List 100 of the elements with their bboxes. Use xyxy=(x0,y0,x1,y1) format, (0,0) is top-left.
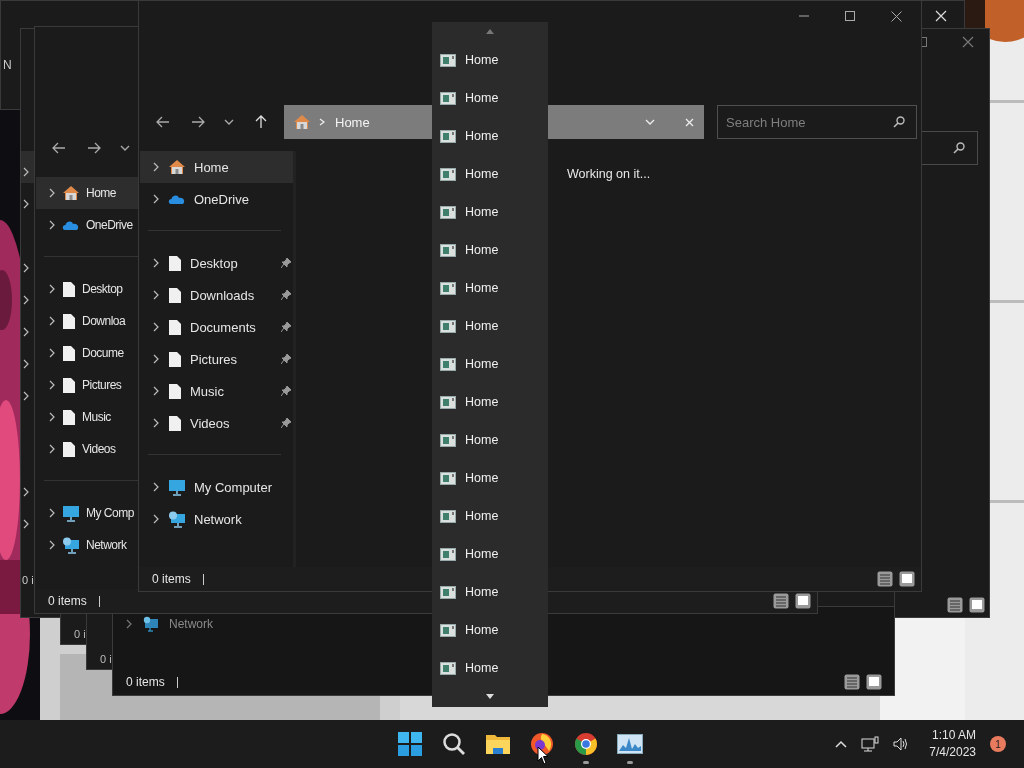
history-item[interactable]: Home xyxy=(432,383,548,421)
breadcrumb[interactable]: Home xyxy=(335,114,370,130)
browser-icon[interactable] xyxy=(574,732,598,756)
sidebar-item[interactable]: My Comp xyxy=(36,497,139,529)
sidebar-item[interactable]: Network xyxy=(36,529,139,561)
chevron-icon[interactable] xyxy=(22,199,30,209)
pin-icon[interactable] xyxy=(281,354,291,364)
chevron-icon xyxy=(152,162,160,172)
folder-icon[interactable] xyxy=(485,733,511,755)
chevron-icon[interactable] xyxy=(22,359,30,369)
file-icon xyxy=(168,318,182,336)
sidebar-item[interactable]: Desktop xyxy=(36,273,139,305)
file-icon xyxy=(62,312,76,330)
sidebar-item[interactable]: Docume xyxy=(36,337,139,369)
history-item[interactable]: Home xyxy=(432,155,548,193)
network-icon[interactable] xyxy=(861,736,880,752)
details-view-icon[interactable] xyxy=(773,593,789,609)
history-item[interactable]: Home xyxy=(432,421,548,459)
history-item[interactable]: Home xyxy=(432,79,548,117)
sidebar-item[interactable]: Music xyxy=(140,375,293,407)
sidebar-item[interactable]: Desktop xyxy=(140,247,293,279)
loading-message: Working on it... xyxy=(567,167,651,181)
chevron-icon xyxy=(48,444,56,454)
chevron-down-icon[interactable] xyxy=(645,119,655,125)
history-item[interactable]: Home xyxy=(432,497,548,535)
pin-icon[interactable] xyxy=(281,290,291,300)
history-item[interactable]: Home xyxy=(432,117,548,155)
scroll-down-icon[interactable] xyxy=(486,694,494,699)
home-icon xyxy=(62,185,80,201)
volume-icon[interactable] xyxy=(893,737,910,751)
chevron-icon[interactable] xyxy=(22,327,30,337)
window-icon xyxy=(440,167,456,181)
up-arrow-icon xyxy=(254,115,267,129)
chevron-down-icon xyxy=(120,145,130,151)
notification-badge[interactable]: 1 xyxy=(990,736,1006,752)
sidebar-item[interactable]: Pictures xyxy=(140,343,293,375)
history-item[interactable]: Home xyxy=(432,231,548,269)
history-item[interactable]: Home xyxy=(432,573,548,611)
sidebar-item[interactable]: Music xyxy=(36,401,139,433)
details-view-icon[interactable] xyxy=(877,571,893,587)
history-item[interactable]: Home xyxy=(432,459,548,497)
chevron-icon[interactable] xyxy=(22,487,30,497)
clock[interactable]: 1:10 AM 7/4/2023 xyxy=(929,727,976,761)
pin-icon[interactable] xyxy=(281,258,291,268)
sidebar-item[interactable]: Pictures xyxy=(36,369,139,401)
history-item[interactable]: Home xyxy=(432,193,548,231)
details-view-icon[interactable] xyxy=(844,674,860,690)
history-item[interactable]: Home xyxy=(432,345,548,383)
scroll-up-icon[interactable] xyxy=(486,29,494,34)
history-item[interactable]: Home xyxy=(432,307,548,345)
search-icon[interactable] xyxy=(442,732,466,756)
chevron-icon xyxy=(152,322,160,332)
chevron-icon xyxy=(152,194,160,204)
pin-icon[interactable] xyxy=(281,322,291,332)
sidebar-item[interactable]: Downloads xyxy=(140,279,293,311)
pin-icon[interactable] xyxy=(281,386,291,396)
cloud-icon xyxy=(168,193,186,205)
tiles-view-icon[interactable] xyxy=(866,674,882,690)
sidebar-item[interactable]: Documents xyxy=(140,311,293,343)
tiles-view-icon[interactable] xyxy=(899,571,915,587)
chevron-up-icon[interactable] xyxy=(835,740,848,748)
sidebar-item[interactable]: Home xyxy=(36,177,139,209)
pin-icon[interactable] xyxy=(281,418,291,428)
history-item[interactable]: Home xyxy=(432,611,548,649)
maximize-icon[interactable] xyxy=(922,37,927,47)
status-text: 0 i xyxy=(22,574,34,586)
chevron-icon xyxy=(152,258,160,268)
forward-arrow-icon xyxy=(86,142,101,154)
sidebar-item[interactable]: Videos xyxy=(36,433,139,465)
search-field[interactable]: Search Home xyxy=(717,105,917,139)
chevron-icon[interactable] xyxy=(22,167,30,177)
sidebar-item[interactable]: Network xyxy=(140,503,293,535)
history-item[interactable]: Home xyxy=(432,269,548,307)
chart-app-icon[interactable] xyxy=(617,734,643,754)
sidebar-item[interactable]: Videos xyxy=(140,407,293,439)
file-icon xyxy=(62,280,76,298)
history-item[interactable]: Home xyxy=(432,535,548,573)
chevron-icon[interactable] xyxy=(22,519,30,529)
sidebar-item[interactable]: Home xyxy=(140,151,293,183)
chevron-icon[interactable] xyxy=(22,263,30,273)
sidebar-item[interactable]: OneDrive xyxy=(140,183,293,215)
details-view-icon[interactable] xyxy=(947,597,963,613)
chevron-icon xyxy=(152,418,160,428)
sidebar-item[interactable]: My Computer xyxy=(140,471,293,503)
chevron-icon xyxy=(48,188,56,198)
file-icon xyxy=(168,382,182,400)
history-item[interactable]: Home xyxy=(432,649,548,687)
cloud-icon xyxy=(62,219,80,231)
file-icon xyxy=(168,286,182,304)
computer-icon xyxy=(168,478,186,496)
start-icon[interactable] xyxy=(398,732,422,756)
chevron-icon[interactable] xyxy=(22,295,30,305)
history-item[interactable]: Home xyxy=(432,41,548,79)
chevron-icon xyxy=(152,290,160,300)
sidebar-item[interactable]: Network xyxy=(125,615,213,633)
window-icon xyxy=(440,547,456,561)
sidebar-item[interactable]: OneDrive xyxy=(36,209,139,241)
chevron-icon[interactable] xyxy=(22,391,30,401)
tiles-view-icon[interactable] xyxy=(795,593,811,609)
sidebar-item[interactable]: Downloa xyxy=(36,305,139,337)
